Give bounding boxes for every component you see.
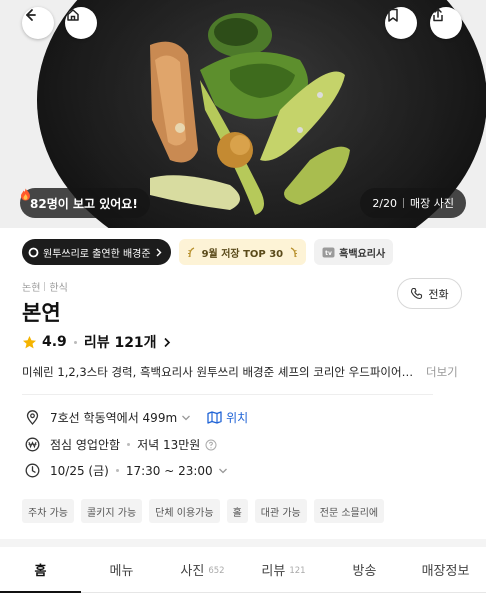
review-count: 리뷰 121개 (83, 335, 157, 351)
tab-count: 652 (208, 565, 225, 576)
dinner-price: 저녁 13만원 (137, 438, 201, 452)
help-icon[interactable] (205, 439, 217, 451)
chevron-down-icon[interactable] (218, 467, 228, 475)
location-text[interactable]: 7호선 학동역에서 499m (50, 409, 177, 426)
photo-index: 2/20 (372, 196, 398, 210)
category-divider (44, 282, 46, 291)
call-button[interactable]: 전화 (397, 278, 462, 309)
photo-counter[interactable]: 2/20 매장 사진 (360, 188, 466, 218)
tag-row: 원투쓰리로 출연한 배경준 9월 저장 TOP 30 tv 흑백요리사 (22, 239, 394, 265)
back-arrow-icon (26, 9, 36, 21)
section-separator (0, 539, 486, 547)
flame-icon (21, 188, 30, 201)
location-row: 7호선 학동역에서 499m 위치 (24, 409, 248, 426)
hours-row: 10/25 (금) 17:30 ~ 23:00 (24, 462, 228, 479)
won-icon (24, 437, 40, 453)
tab-store-info[interactable]: 매장정보 (405, 547, 486, 592)
tab-broadcast[interactable]: 방송 (324, 547, 405, 592)
more-link[interactable]: 더보기 (426, 364, 458, 380)
hours-divider (115, 469, 119, 472)
category-area: 논현 (22, 283, 41, 294)
star-icon (23, 335, 36, 348)
tab-label: 메뉴 (109, 564, 134, 579)
viewer-count-text: 82명이 보고 있어요! (30, 196, 138, 211)
phone-icon (411, 287, 423, 300)
call-button-label: 전화 (428, 287, 449, 301)
restaurant-category: 논현 한식 (22, 279, 68, 294)
amenity-tag: 전문 소믈리에 (313, 499, 385, 523)
map-link-label: 위치 (226, 411, 249, 425)
amenity-tag: 홀 (226, 499, 248, 523)
bookmark-button[interactable] (385, 7, 417, 39)
map-icon (207, 411, 222, 424)
tab-menu[interactable]: 메뉴 (81, 547, 162, 592)
share-icon (433, 8, 443, 22)
amenity-tag: 단체 이용가능 (149, 499, 220, 523)
ranking-tag[interactable]: 9월 저장 TOP 30 (178, 239, 307, 265)
tab-home[interactable]: 홈 (0, 547, 81, 593)
tab-reviews[interactable]: 리뷰 121 (243, 547, 324, 592)
hero-photo[interactable]: 82명이 보고 있어요! 2/20 매장 사진 (0, 0, 486, 228)
category-cuisine: 한식 (49, 283, 68, 294)
amenity-tag: 콜키지 가능 (80, 499, 143, 523)
chevron-down-icon[interactable] (181, 414, 191, 422)
tab-label: 홈 (34, 564, 47, 579)
home-icon (67, 9, 79, 21)
tab-label: 방송 (352, 564, 377, 579)
tab-label: 매장정보 (421, 564, 470, 579)
viewer-count-badge: 82명이 보고 있어요! (20, 188, 150, 218)
broadcast-tag[interactable]: 원투쓰리로 출연한 배경준 (22, 239, 171, 265)
amenity-tag: 주차 가능 (22, 499, 74, 523)
section-divider (22, 394, 433, 395)
broadcast-tag-label: 원투쓰리로 출연한 배경준 (43, 248, 151, 260)
tab-photos[interactable]: 사진 652 (162, 547, 243, 592)
photo-category: 매장 사진 (410, 197, 454, 210)
location-pin-icon (24, 410, 40, 426)
amenity-tag: 대관 가능 (254, 499, 307, 523)
share-button[interactable] (430, 7, 462, 39)
lunch-price: 점심 영업안함 (50, 438, 121, 452)
tv-icon: tv (322, 247, 335, 257)
restaurant-description: 미쉐린 1,2,3스타 경력, 흑백요리사 원투쓰리 배경준 셰프의 코리안 우… (22, 365, 414, 379)
amenity-list: 주차 가능 콜키지 가능 단체 이용가능 홀 대관 가능 전문 소믈리에 (22, 499, 385, 523)
tab-bar: 홈 메뉴 사진 652 리뷰 121 방송 매장정보 (0, 547, 486, 593)
show-tag[interactable]: tv 흑백요리사 (314, 239, 394, 265)
ranking-tag-label: 9월 저장 TOP 30 (201, 248, 284, 260)
tab-label: 사진 (180, 564, 205, 579)
price-row: 점심 영업안함 저녁 13만원 (24, 436, 217, 453)
hours-time[interactable]: 17:30 ~ 23:00 (126, 464, 213, 478)
tab-count: 121 (289, 565, 306, 576)
price-divider (127, 443, 131, 446)
map-link[interactable]: 위치 (207, 409, 248, 426)
clock-icon (24, 463, 40, 479)
rating-divider (73, 340, 77, 344)
laurel-left-icon (187, 246, 194, 257)
bookmark-icon (388, 8, 398, 22)
ring-icon (28, 247, 39, 257)
chevron-right-icon (156, 248, 162, 256)
hours-date[interactable]: 10/25 (금) (50, 462, 109, 479)
svg-text:tv: tv (325, 250, 332, 257)
rating-value: 4.9 (42, 334, 67, 350)
rating-row[interactable]: 4.9 리뷰 121개 (22, 332, 171, 352)
counter-divider (403, 198, 405, 208)
laurel-right-icon (290, 246, 298, 257)
chevron-right-icon (163, 337, 170, 347)
show-tag-label: 흑백요리사 (339, 248, 386, 260)
home-button[interactable] (65, 7, 97, 39)
tab-label: 리뷰 (261, 564, 286, 579)
back-button[interactable] (22, 7, 54, 39)
restaurant-name: 본연 (22, 301, 61, 325)
